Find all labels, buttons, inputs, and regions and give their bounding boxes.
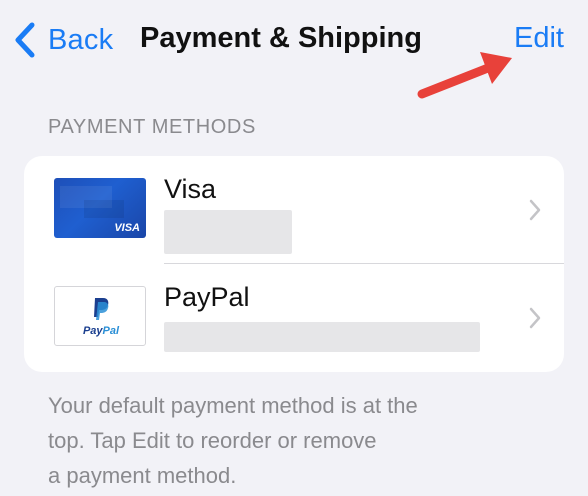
redacted-card-details [164, 210, 292, 254]
section-footer-note: Your default payment method is at the to… [48, 388, 528, 493]
back-label: Back [48, 23, 114, 56]
payment-method-visa[interactable]: VISA Visa [24, 156, 564, 264]
chevron-right-icon [529, 199, 541, 221]
chevron-left-icon [15, 22, 35, 58]
chevron-right-icon [529, 307, 541, 329]
footer-line: Your default payment method is at the [48, 393, 418, 418]
payment-method-paypal[interactable]: PayPal PayPal [24, 264, 564, 372]
paypal-card-icon: PayPal [54, 286, 146, 346]
payment-method-name: Visa [164, 174, 217, 204]
payment-method-name: PayPal [164, 282, 250, 312]
redacted-account-details [164, 322, 480, 352]
page-title: Payment & Shipping [140, 22, 422, 54]
footer-line: a payment method. [48, 463, 237, 488]
visa-card-label: VISA [114, 222, 140, 234]
paypal-logo-icon [94, 298, 109, 320]
paypal-card-label-pal: Pal [102, 325, 120, 337]
payment-shipping-screen: { "nav": { "back_label": "Back", "title"… [0, 0, 588, 496]
red-arrow-annotation-icon [417, 52, 512, 99]
edit-button[interactable]: Edit [514, 22, 564, 55]
visa-card-icon: VISA [54, 178, 146, 238]
back-button[interactable]: Back [12, 20, 113, 60]
section-header: PAYMENT METHODS [48, 116, 256, 138]
payment-methods-list: VISA Visa PayPal PayPal [24, 156, 564, 372]
paypal-card-label-pay: Pay [82, 325, 103, 337]
footer-line: top. Tap Edit to reorder or remove [48, 428, 377, 453]
